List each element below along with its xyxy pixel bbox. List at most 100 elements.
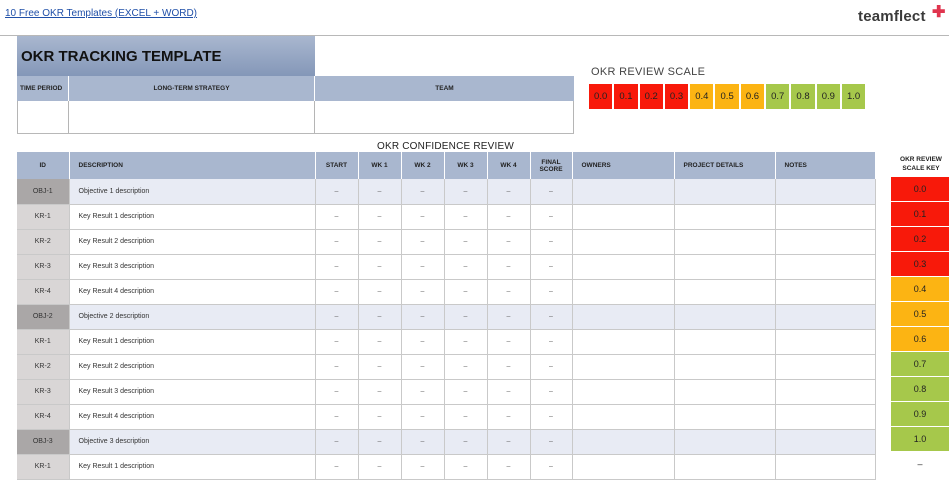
score-cell[interactable]: – [315, 279, 359, 305]
row-id[interactable]: KR-1 [17, 204, 70, 230]
notes-cell[interactable] [775, 254, 876, 280]
row-id[interactable]: KR-2 [17, 229, 70, 255]
score-cell[interactable]: – [530, 454, 573, 480]
row-description[interactable]: Key Result 4 description [69, 279, 316, 305]
score-cell[interactable]: – [401, 179, 445, 205]
owners-cell[interactable] [572, 354, 675, 380]
score-cell[interactable]: – [487, 354, 531, 380]
owners-cell[interactable] [572, 379, 675, 405]
score-cell[interactable]: – [444, 179, 488, 205]
score-cell[interactable]: – [358, 304, 402, 330]
score-cell[interactable]: – [487, 229, 531, 255]
score-cell[interactable]: – [401, 354, 445, 380]
row-id[interactable]: KR-4 [17, 279, 70, 305]
project-details-cell[interactable] [674, 429, 776, 455]
project-details-cell[interactable] [674, 204, 776, 230]
notes-cell[interactable] [775, 179, 876, 205]
owners-cell[interactable] [572, 429, 675, 455]
row-id[interactable]: OBJ-1 [17, 179, 70, 205]
row-description[interactable]: Objective 1 description [69, 179, 316, 205]
score-cell[interactable]: – [444, 279, 488, 305]
score-cell[interactable]: – [487, 429, 531, 455]
notes-cell[interactable] [775, 204, 876, 230]
owners-cell[interactable] [572, 179, 675, 205]
project-details-cell[interactable] [674, 254, 776, 280]
score-cell[interactable]: – [487, 179, 531, 205]
score-cell[interactable]: – [487, 279, 531, 305]
project-details-cell[interactable] [674, 304, 776, 330]
score-cell[interactable]: – [358, 229, 402, 255]
notes-cell[interactable] [775, 379, 876, 405]
score-cell[interactable]: – [487, 204, 531, 230]
score-cell[interactable]: – [315, 454, 359, 480]
score-cell[interactable]: – [530, 329, 573, 355]
score-cell[interactable]: – [487, 329, 531, 355]
row-description[interactable]: Key Result 1 description [69, 329, 316, 355]
score-cell[interactable]: – [530, 179, 573, 205]
row-id[interactable]: KR-3 [17, 379, 70, 405]
row-id[interactable]: KR-1 [17, 454, 70, 480]
score-cell[interactable]: – [315, 254, 359, 280]
row-description[interactable]: Key Result 3 description [69, 254, 316, 280]
score-cell[interactable]: – [401, 329, 445, 355]
notes-cell[interactable] [775, 429, 876, 455]
notes-cell[interactable] [775, 454, 876, 480]
score-cell[interactable]: – [444, 204, 488, 230]
notes-cell[interactable] [775, 279, 876, 305]
row-description[interactable]: Objective 2 description [69, 304, 316, 330]
score-cell[interactable]: – [401, 254, 445, 280]
score-cell[interactable]: – [444, 379, 488, 405]
notes-cell[interactable] [775, 404, 876, 430]
score-cell[interactable]: – [444, 454, 488, 480]
score-cell[interactable]: – [315, 404, 359, 430]
row-description[interactable]: Key Result 3 description [69, 379, 316, 405]
row-id[interactable]: KR-4 [17, 404, 70, 430]
score-cell[interactable]: – [315, 229, 359, 255]
owners-cell[interactable] [572, 254, 675, 280]
row-description[interactable]: Key Result 1 description [69, 454, 316, 480]
score-cell[interactable]: – [530, 204, 573, 230]
project-details-cell[interactable] [674, 329, 776, 355]
score-cell[interactable]: – [444, 229, 488, 255]
score-cell[interactable]: – [315, 304, 359, 330]
owners-cell[interactable] [572, 404, 675, 430]
score-cell[interactable]: – [358, 204, 402, 230]
notes-cell[interactable] [775, 304, 876, 330]
time-period-cell[interactable] [17, 101, 69, 134]
project-details-cell[interactable] [674, 229, 776, 255]
row-description[interactable]: Key Result 1 description [69, 204, 316, 230]
score-cell[interactable]: – [401, 404, 445, 430]
score-cell[interactable]: – [315, 379, 359, 405]
score-cell[interactable]: – [444, 429, 488, 455]
score-cell[interactable]: – [530, 429, 573, 455]
project-details-cell[interactable] [674, 379, 776, 405]
score-cell[interactable]: – [401, 304, 445, 330]
score-cell[interactable]: – [530, 279, 573, 305]
score-cell[interactable]: – [487, 254, 531, 280]
team-cell[interactable] [315, 101, 574, 134]
project-details-cell[interactable] [674, 279, 776, 305]
score-cell[interactable]: – [444, 354, 488, 380]
row-description[interactable]: Key Result 2 description [69, 354, 316, 380]
score-cell[interactable]: – [315, 329, 359, 355]
owners-cell[interactable] [572, 279, 675, 305]
score-cell[interactable]: – [315, 179, 359, 205]
project-details-cell[interactable] [674, 179, 776, 205]
row-id[interactable]: KR-2 [17, 354, 70, 380]
owners-cell[interactable] [572, 304, 675, 330]
score-cell[interactable]: – [315, 354, 359, 380]
row-id[interactable]: KR-1 [17, 329, 70, 355]
notes-cell[interactable] [775, 354, 876, 380]
okr-templates-link[interactable]: 10 Free OKR Templates (EXCEL + WORD) [5, 8, 197, 19]
score-cell[interactable]: – [530, 304, 573, 330]
score-cell[interactable]: – [530, 354, 573, 380]
row-description[interactable]: Key Result 2 description [69, 229, 316, 255]
score-cell[interactable]: – [358, 454, 402, 480]
score-cell[interactable]: – [358, 379, 402, 405]
project-details-cell[interactable] [674, 454, 776, 480]
project-details-cell[interactable] [674, 404, 776, 430]
score-cell[interactable]: – [358, 354, 402, 380]
row-id[interactable]: KR-3 [17, 254, 70, 280]
score-cell[interactable]: – [487, 379, 531, 405]
score-cell[interactable]: – [401, 229, 445, 255]
